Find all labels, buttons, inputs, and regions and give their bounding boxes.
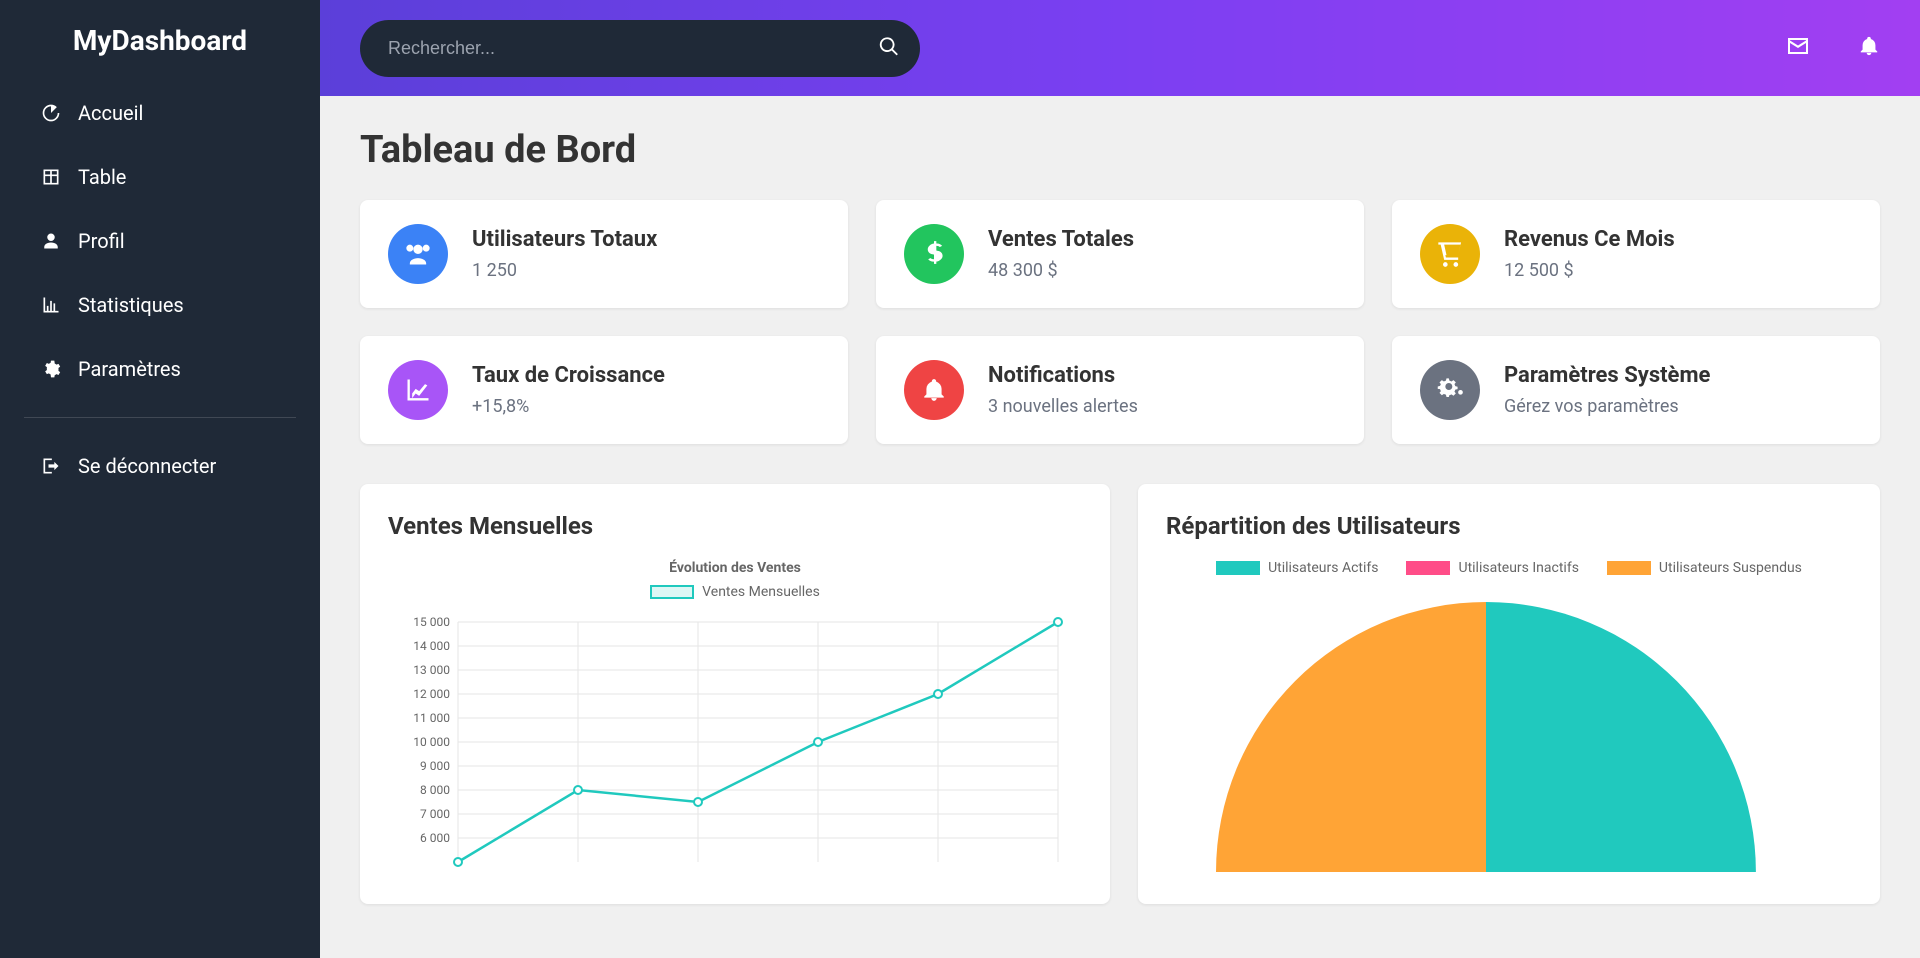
legend-item: Utilisateurs Suspendus <box>1607 560 1802 576</box>
legend-label: Utilisateurs Inactifs <box>1458 560 1578 576</box>
card-body: Utilisateurs Totaux 1 250 <box>472 227 657 281</box>
card-title: Revenus Ce Mois <box>1504 227 1675 252</box>
search-button[interactable] <box>878 36 900 61</box>
legend-swatch <box>1216 561 1260 575</box>
legend-item: Utilisateurs Actifs <box>1216 560 1378 576</box>
card-body: Revenus Ce Mois 12 500 $ <box>1504 227 1675 281</box>
legend-swatch <box>650 585 694 599</box>
stat-card[interactable]: Revenus Ce Mois 12 500 $ <box>1392 200 1880 308</box>
dashboard-icon <box>40 103 62 123</box>
search-input[interactable] <box>360 20 920 77</box>
cart-icon <box>1420 224 1480 284</box>
logout-icon <box>40 456 62 476</box>
legend-item: Utilisateurs Inactifs <box>1406 560 1578 576</box>
svg-text:8 000: 8 000 <box>420 783 450 797</box>
card-body: Taux de Croissance +15,8% <box>472 363 665 417</box>
sidebar-item-profil[interactable]: Profil <box>16 209 304 273</box>
stat-card[interactable]: Utilisateurs Totaux 1 250 <box>360 200 848 308</box>
topbar <box>320 0 1920 96</box>
card-title: Taux de Croissance <box>472 363 665 388</box>
pie-chart <box>1166 592 1806 872</box>
bell-icon <box>904 360 964 420</box>
cards-grid: Utilisateurs Totaux 1 250 Ventes Totales 48… <box>360 200 1880 444</box>
chart-title: Ventes Mensuelles <box>388 512 1082 540</box>
table-icon <box>40 167 62 187</box>
sidebar-item-label: Table <box>78 165 126 189</box>
sidebar-item-accueil[interactable]: Accueil <box>16 81 304 145</box>
svg-text:14 000: 14 000 <box>413 639 450 653</box>
card-body: Notifications 3 nouvelles alertes <box>988 363 1138 417</box>
card-title: Ventes Totales <box>988 227 1134 252</box>
cogs-icon <box>1420 360 1480 420</box>
card-value: Gérez vos paramètres <box>1504 396 1710 417</box>
pie-legend: Utilisateurs Actifs Utilisateurs Inactif… <box>1166 560 1852 576</box>
card-title: Notifications <box>988 363 1138 388</box>
card-value: 3 nouvelles alertes <box>988 396 1138 417</box>
card-title: Paramètres Système <box>1504 363 1710 388</box>
line-chart: 6 000 7 000 8 000 9 000 10 000 11 000 12 000 13… <box>388 612 1078 872</box>
users-icon <box>388 224 448 284</box>
card-body: Ventes Totales 48 300 $ <box>988 227 1134 281</box>
svg-text:11 000: 11 000 <box>413 711 450 725</box>
sidebar-item-label: Accueil <box>78 101 143 125</box>
search-wrap <box>360 20 920 77</box>
card-body: Paramètres Système Gérez vos paramètres <box>1504 363 1710 417</box>
sidebar-item-logout[interactable]: Se déconnecter <box>16 434 304 498</box>
svg-text:13 000: 13 000 <box>413 663 450 677</box>
sidebar-item-label: Statistiques <box>78 293 184 317</box>
chart-card-pie: Répartition des Utilisateurs Utilisateur… <box>1138 484 1880 904</box>
svg-text:15 000: 15 000 <box>413 615 450 629</box>
svg-text:6 000: 6 000 <box>420 831 450 845</box>
card-value: 12 500 $ <box>1504 260 1675 281</box>
sidebar-item-statistiques[interactable]: Statistiques <box>16 273 304 337</box>
dollar-icon <box>904 224 964 284</box>
stat-card[interactable]: Notifications 3 nouvelles alertes <box>876 336 1364 444</box>
legend-swatch <box>1406 561 1450 575</box>
legend-label: Utilisateurs Suspendus <box>1659 560 1802 576</box>
sidebar-item-table[interactable]: Table <box>16 145 304 209</box>
card-value: 1 250 <box>472 260 657 281</box>
gear-icon <box>40 359 62 379</box>
page-title: Tableau de Bord <box>360 128 1880 172</box>
brand-title: MyDashboard <box>0 24 320 57</box>
legend-label: Utilisateurs Actifs <box>1268 560 1378 576</box>
card-value: +15,8% <box>472 396 665 417</box>
card-value: 48 300 $ <box>988 260 1134 281</box>
chart-subtitle: Évolution des Ventes <box>388 560 1082 576</box>
stat-card[interactable]: Paramètres Système Gérez vos paramètres <box>1392 336 1880 444</box>
search-icon <box>878 46 900 61</box>
svg-text:9 000: 9 000 <box>420 759 450 773</box>
sidebar-item-label: Profil <box>78 229 125 253</box>
chart-card-line: Ventes Mensuelles Évolution des Ventes V… <box>360 484 1110 904</box>
content: Tableau de Bord Utilisateurs Totaux 1 250… <box>320 96 1920 958</box>
legend-swatch <box>1607 561 1651 575</box>
line-legend: Ventes Mensuelles <box>388 584 1082 600</box>
trend-icon <box>388 360 448 420</box>
svg-text:12 000: 12 000 <box>413 687 450 701</box>
sidebar-divider <box>24 417 296 418</box>
sidebar: MyDashboard Accueil Table Profil <box>0 0 320 958</box>
stat-card[interactable]: Ventes Totales 48 300 $ <box>876 200 1364 308</box>
svg-text:10 000: 10 000 <box>413 735 450 749</box>
card-title: Utilisateurs Totaux <box>472 227 657 252</box>
mail-icon[interactable] <box>1786 34 1810 62</box>
sidebar-item-label: Paramètres <box>78 357 181 381</box>
chart-title: Répartition des Utilisateurs <box>1166 512 1852 540</box>
bell-icon[interactable] <box>1858 34 1880 62</box>
sidebar-item-parametres[interactable]: Paramètres <box>16 337 304 401</box>
legend-label: Ventes Mensuelles <box>702 584 820 600</box>
chart-icon <box>40 295 62 315</box>
user-icon <box>40 231 62 251</box>
sidebar-item-label: Se déconnecter <box>78 454 216 478</box>
svg-text:7 000: 7 000 <box>420 807 450 821</box>
stat-card[interactable]: Taux de Croissance +15,8% <box>360 336 848 444</box>
